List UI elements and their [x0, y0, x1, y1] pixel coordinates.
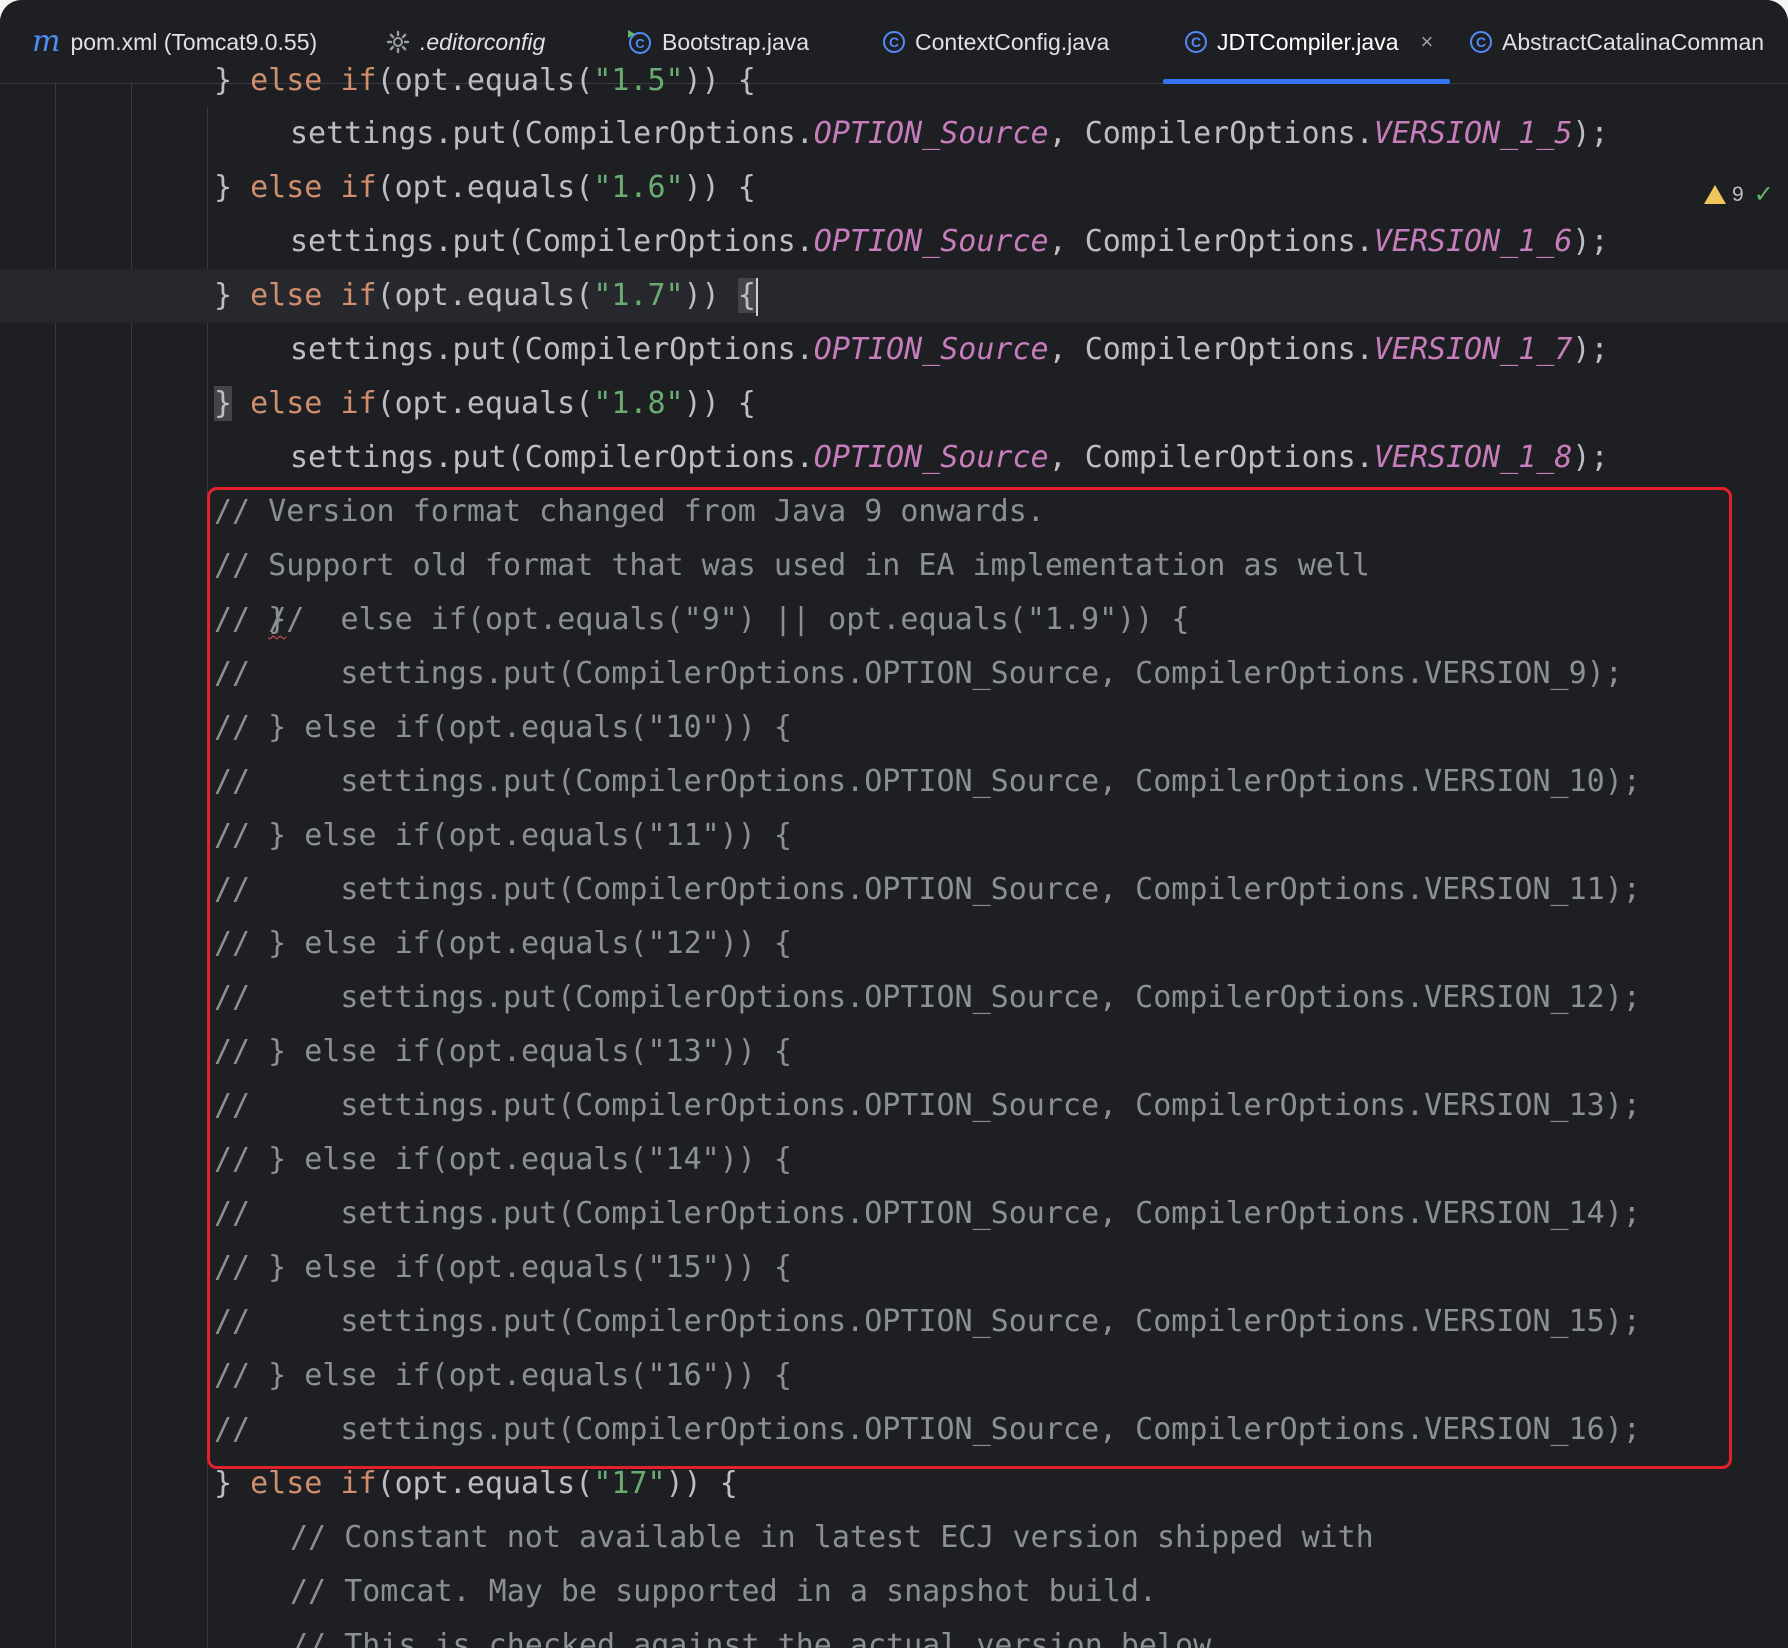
tab-abstractcatalinacommand[interactable]: C AbstractCatalinaComman [1470, 0, 1764, 84]
comment-line: // Tomcat. May be supported in a snapsho… [290, 1574, 1157, 1609]
text-caret [755, 277, 758, 316]
maven-icon: m [32, 24, 61, 59]
comment-line: // This is checked against the actual ve… [290, 1628, 1230, 1648]
tab-label: ContextConfig.java [915, 28, 1110, 55]
warning-count: 9 [1732, 182, 1744, 206]
tab-label: JDTCompiler.java [1217, 28, 1399, 55]
code-line: } else if(opt.equals("1.8")) { [214, 386, 756, 421]
tab-jdtcompiler-java[interactable]: C JDTCompiler.java × [1185, 0, 1433, 84]
tab-label: .editorconfig [420, 28, 546, 55]
comment-line: // settings.put(CompilerOptions.OPTION_S… [214, 1412, 1641, 1447]
inspection-widget[interactable]: 9 ✓ [1704, 180, 1774, 209]
tab-label: pom.xml (Tomcat9.0.55) [70, 28, 318, 55]
comment-line: // settings.put(CompilerOptions.OPTION_S… [214, 656, 1623, 691]
code-line: settings.put(CompilerOptions.OPTION_Sour… [290, 116, 1609, 151]
comment-line: // } else if(opt.equals("10")) { [214, 710, 792, 745]
code-line: } else if(opt.equals("1.5")) { [214, 63, 756, 98]
tab-label: AbstractCatalinaComman [1502, 28, 1765, 55]
comment-line: // settings.put(CompilerOptions.OPTION_S… [214, 1088, 1641, 1123]
comment-line: // Support old format that was used in E… [214, 548, 1370, 583]
close-tab-icon[interactable]: × [1421, 29, 1434, 55]
comment-line: // } else if(opt.equals("13")) { [214, 1034, 792, 1069]
code-line: settings.put(CompilerOptions.OPTION_Sour… [290, 224, 1609, 259]
gear-icon [386, 30, 410, 54]
code-line: } else if(opt.equals("1.6")) { [214, 170, 756, 205]
svg-text:C: C [635, 36, 645, 51]
code-line: settings.put(CompilerOptions.OPTION_Sour… [290, 332, 1609, 367]
comment-line: // Version format changed from Java 9 on… [214, 494, 1045, 529]
comment-rest: // else if(opt.equals("9") || opt.equals… [268, 602, 1190, 637]
comment-line: // } else if(opt.equals("16")) { [214, 1358, 792, 1393]
comment-line: // settings.put(CompilerOptions.OPTION_S… [214, 764, 1641, 799]
matched-brace: } [214, 386, 233, 421]
code-line: settings.put(CompilerOptions.OPTION_Sour… [290, 440, 1609, 475]
comment-line: // } else if(opt.equals("12")) { [214, 926, 792, 961]
ide-window: m pom.xml (Tomcat9.0.55) .editorconfig C… [0, 0, 1788, 1648]
comment-line: // settings.put(CompilerOptions.OPTION_S… [214, 872, 1641, 907]
comment-line: // settings.put(CompilerOptions.OPTION_S… [214, 1196, 1641, 1231]
comment-line: // } else if(opt.equals("14")) { [214, 1142, 792, 1177]
code-editor[interactable]: 9 ✓ } else if(opt.equals("1.5")) { setti… [0, 63, 1788, 1648]
check-icon: ✓ [1753, 181, 1774, 208]
comment-line: // }// else if(opt.equals("9") || opt.eq… [214, 602, 1190, 637]
code-line: } else if(opt.equals("17")) { [214, 1466, 738, 1501]
warning-icon [1704, 185, 1726, 204]
java-class-icon: C [883, 31, 905, 53]
comment-line: // Constant not available in latest ECJ … [290, 1520, 1374, 1555]
code-line-current: } else if(opt.equals("1.7")) { [214, 269, 758, 323]
tab-contextconfig-java[interactable]: C ContextConfig.java [883, 0, 1109, 84]
java-class-icon: C [1470, 31, 1492, 53]
matched-brace: { [737, 278, 756, 313]
comment-line: // settings.put(CompilerOptions.OPTION_S… [214, 980, 1641, 1015]
comment-line: // } else if(opt.equals("11")) { [214, 818, 792, 853]
java-class-icon: C [1185, 31, 1207, 53]
java-class-run-icon: C [626, 29, 652, 55]
comment-line: // settings.put(CompilerOptions.OPTION_S… [214, 1304, 1641, 1339]
comment-line: // } else if(opt.equals("15")) { [214, 1250, 792, 1285]
indent-guide [207, 108, 208, 1648]
tab-label: Bootstrap.java [662, 28, 810, 55]
